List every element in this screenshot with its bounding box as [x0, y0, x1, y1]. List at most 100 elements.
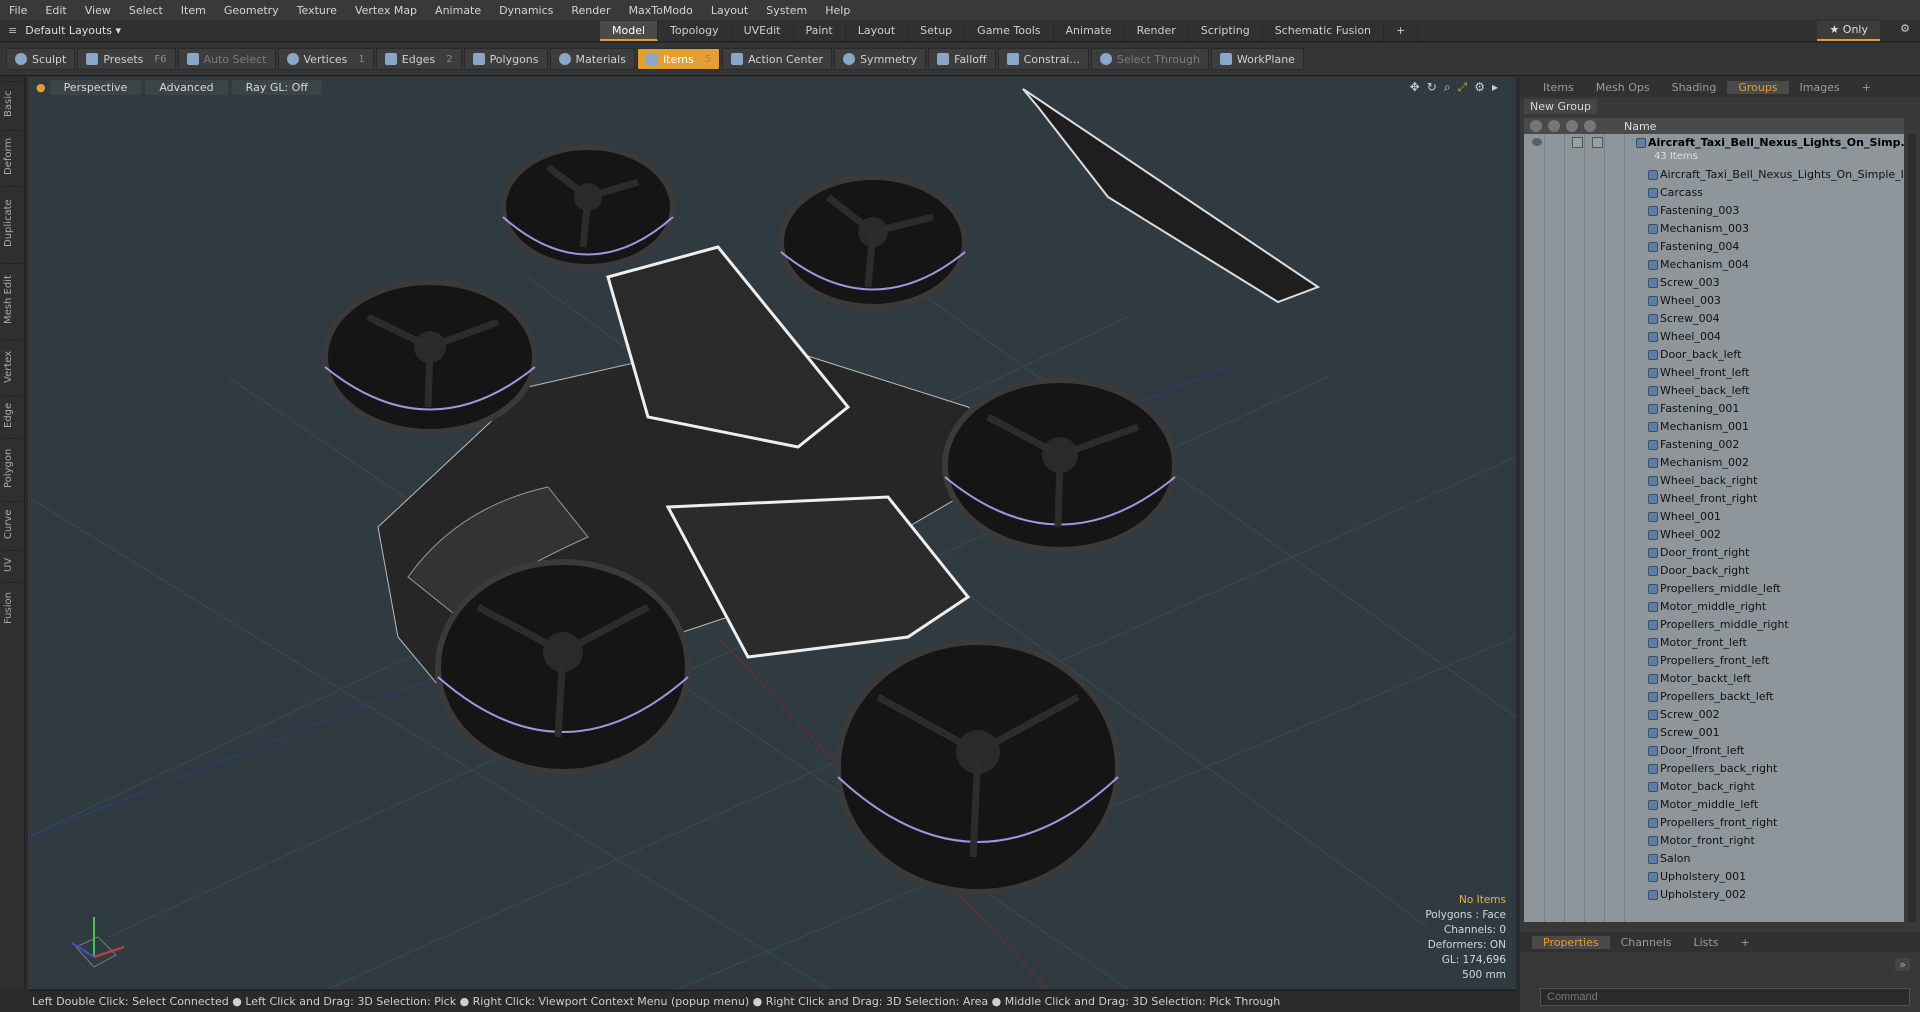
left-tab-mesh-edit[interactable]: Mesh Edit	[3, 263, 21, 336]
left-tab-uv[interactable]: UV	[3, 550, 21, 578]
list-item[interactable]: Fastening_004	[1524, 238, 1904, 256]
select-checkbox[interactable]	[1592, 137, 1603, 148]
eye-icon[interactable]	[1532, 138, 1542, 146]
layout-tab-animate[interactable]: Animate	[1054, 21, 1125, 41]
layout-icon[interactable]: ≡	[8, 24, 17, 37]
menu-system[interactable]: System	[757, 4, 816, 17]
panel-tab--[interactable]: +	[1851, 81, 1882, 94]
select-header-icon[interactable]	[1584, 120, 1596, 132]
viewport-menu-icon[interactable]: ▸	[1492, 80, 1498, 95]
name-column-header[interactable]: Name	[1624, 120, 1656, 133]
viewport-scene[interactable]	[28, 77, 1516, 989]
list-item[interactable]: Motor_middle_left	[1524, 796, 1904, 814]
maximize-view-icon[interactable]: ⤢	[1458, 80, 1468, 95]
left-tab-polygon[interactable]: Polygon	[3, 438, 21, 497]
list-item[interactable]: Wheel_003	[1524, 292, 1904, 310]
list-item[interactable]: Propellers_front_right	[1524, 814, 1904, 832]
list-item[interactable]: Propellers_middle_right	[1524, 616, 1904, 634]
left-tab-deform[interactable]: Deform	[3, 130, 21, 182]
tool-presets-button[interactable]: Presets F6	[77, 48, 176, 70]
raygl-button[interactable]: Ray GL: Off	[231, 79, 322, 95]
tool-action-center-button[interactable]: Action Center	[722, 48, 833, 70]
layout-tab-layout[interactable]: Layout	[846, 21, 909, 41]
list-item[interactable]: Wheel_001	[1524, 508, 1904, 526]
menu-help[interactable]: Help	[816, 4, 859, 17]
list-item[interactable]: Door_back_right	[1524, 562, 1904, 580]
list-item[interactable]: Salon	[1524, 850, 1904, 868]
groups-list[interactable]: Aircraft_Taxi_Bell_Nexus_Lights_On_Simp.…	[1524, 134, 1904, 922]
list-item[interactable]: Motor_back_right	[1524, 778, 1904, 796]
menu-vertex-map[interactable]: Vertex Map	[346, 4, 426, 17]
list-item[interactable]: Upholstery_001	[1524, 868, 1904, 886]
viewport-options-dot[interactable]: ●	[36, 81, 46, 94]
tool-edges-button[interactable]: Edges 2	[375, 48, 462, 70]
panel-tab-groups[interactable]: Groups	[1727, 80, 1789, 94]
list-item[interactable]: Motor_middle_right	[1524, 598, 1904, 616]
rotate-view-icon[interactable]: ↻	[1427, 80, 1437, 95]
list-item[interactable]: Door_back_left	[1524, 346, 1904, 364]
tool-sculpt-button[interactable]: Sculpt	[6, 48, 76, 70]
list-item[interactable]: Screw_002	[1524, 706, 1904, 724]
panel-tab-items[interactable]: Items	[1532, 81, 1585, 94]
layout-tab--[interactable]: +	[1384, 21, 1419, 41]
layout-tab-paint[interactable]: Paint	[794, 21, 846, 41]
tool-polygons-button[interactable]: Polygons	[463, 48, 548, 70]
tool-auto-select-button[interactable]: Auto Select	[177, 48, 276, 70]
list-item[interactable]: Fastening_002	[1524, 436, 1904, 454]
tool-select-through-button[interactable]: Select Through	[1090, 48, 1209, 70]
menu-edit[interactable]: Edit	[36, 4, 75, 17]
tool-vertices-button[interactable]: Vertices 1	[277, 48, 374, 70]
list-item[interactable]: Wheel_back_left	[1524, 382, 1904, 400]
list-item[interactable]: Fastening_001	[1524, 400, 1904, 418]
menu-texture[interactable]: Texture	[288, 4, 346, 17]
panel-tab-mesh-ops[interactable]: Mesh Ops	[1585, 81, 1661, 94]
only-button[interactable]: ★ Only	[1817, 21, 1880, 41]
panel-tab-images[interactable]: Images	[1789, 81, 1851, 94]
list-item[interactable]: Propellers_front_left	[1524, 652, 1904, 670]
left-tab-duplicate[interactable]: Duplicate	[3, 186, 21, 259]
layout-tab-game-tools[interactable]: Game Tools	[965, 21, 1054, 41]
list-item[interactable]: Door_lfront_left	[1524, 742, 1904, 760]
panel-tab-shading[interactable]: Shading	[1661, 81, 1728, 94]
list-item[interactable]: Propellers_back_right	[1524, 760, 1904, 778]
list-item[interactable]: Mechanism_004	[1524, 256, 1904, 274]
list-item[interactable]: Wheel_front_right	[1524, 490, 1904, 508]
menu-animate[interactable]: Animate	[426, 4, 490, 17]
viewport-settings-icon[interactable]: ⚙	[1474, 80, 1485, 95]
layout-tab-scripting[interactable]: Scripting	[1189, 21, 1263, 41]
view-mode-button[interactable]: Perspective	[49, 79, 142, 95]
menu-dynamics[interactable]: Dynamics	[490, 4, 562, 17]
props-tab-lists[interactable]: Lists	[1683, 936, 1730, 949]
list-item[interactable]: Upholstery_002	[1524, 886, 1904, 904]
layout-tab-render[interactable]: Render	[1125, 21, 1189, 41]
tool-symmetry-button[interactable]: Symmetry	[834, 48, 927, 70]
zoom-view-icon[interactable]: ⌕	[1444, 80, 1451, 95]
move-view-icon[interactable]: ✥	[1410, 80, 1420, 95]
props-tab-properties[interactable]: Properties	[1532, 935, 1610, 949]
list-item[interactable]: Propellers_backt_left	[1524, 688, 1904, 706]
layout-tab-setup[interactable]: Setup	[908, 21, 966, 41]
list-item[interactable]: Propellers_middle_left	[1524, 580, 1904, 598]
lock-checkbox[interactable]	[1572, 137, 1583, 148]
list-item[interactable]: Fastening_003	[1524, 202, 1904, 220]
props-tab-channels[interactable]: Channels	[1610, 936, 1683, 949]
lock-header-icon[interactable]	[1566, 120, 1578, 132]
list-item[interactable]: Screw_001	[1524, 724, 1904, 742]
menu-item[interactable]: Item	[172, 4, 215, 17]
list-item[interactable]: Wheel_004	[1524, 328, 1904, 346]
layout-tab-schematic-fusion[interactable]: Schematic Fusion	[1263, 21, 1385, 41]
menu-layout[interactable]: Layout	[702, 4, 757, 17]
render-header-icon[interactable]	[1548, 120, 1560, 132]
list-item[interactable]: Mechanism_003	[1524, 220, 1904, 238]
menu-render[interactable]: Render	[562, 4, 619, 17]
visibility-header-icon[interactable]	[1530, 120, 1542, 132]
3d-viewport[interactable]: ● Perspective Advanced Ray GL: Off ✥ ↻ ⌕…	[28, 77, 1516, 989]
list-item[interactable]: Wheel_back_right	[1524, 472, 1904, 490]
list-item[interactable]: Screw_003	[1524, 274, 1904, 292]
menu-maxtomodo[interactable]: MaxToModo	[620, 4, 702, 17]
list-item[interactable]: Mechanism_001	[1524, 418, 1904, 436]
shading-mode-button[interactable]: Advanced	[145, 79, 228, 95]
menu-view[interactable]: View	[76, 4, 120, 17]
list-item[interactable]: Carcass	[1524, 184, 1904, 202]
gear-icon[interactable]: ⚙	[1900, 22, 1910, 35]
